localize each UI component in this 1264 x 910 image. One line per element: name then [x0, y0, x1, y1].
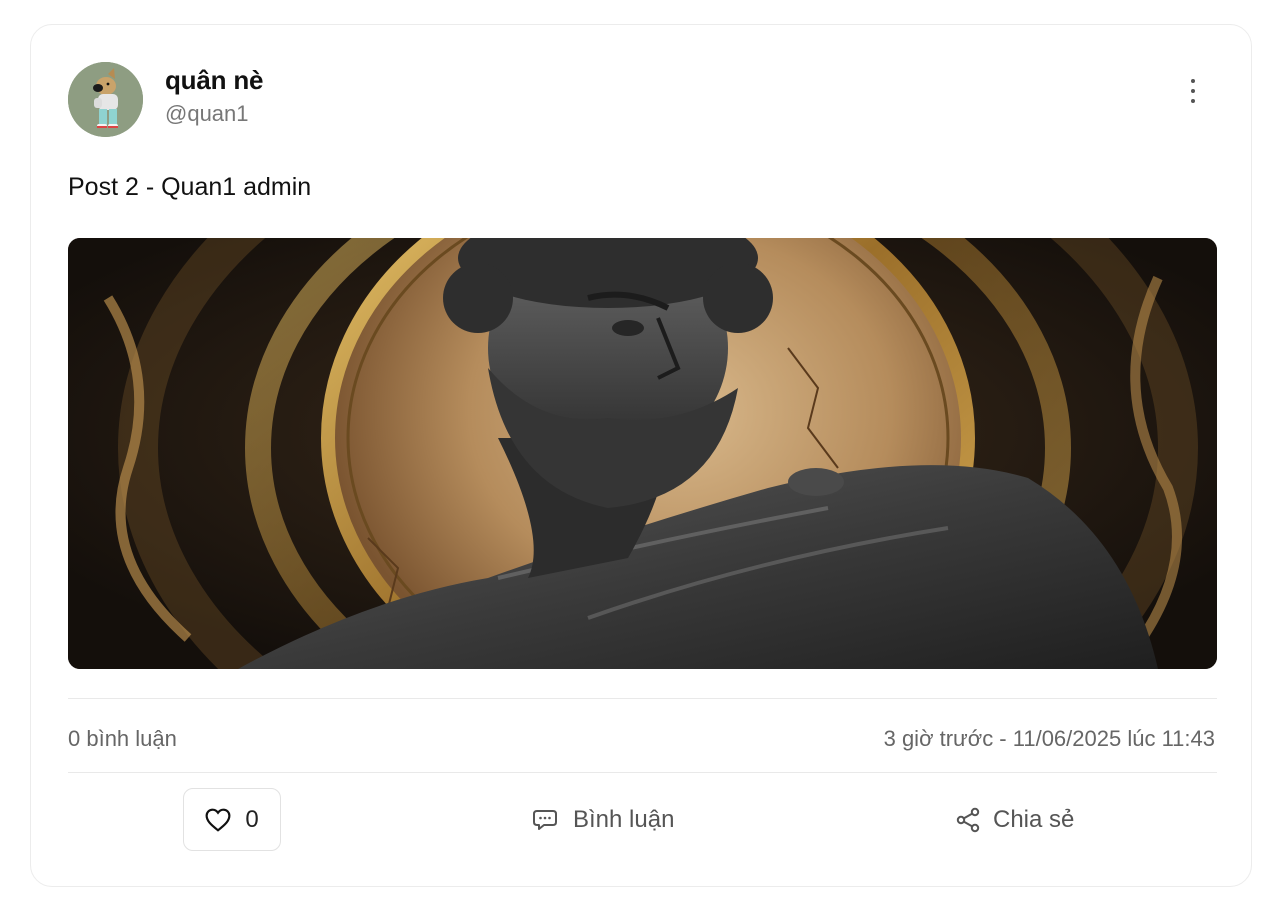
more-vertical-icon-dot: [1191, 79, 1195, 83]
comment-button-label: Bình luận: [573, 806, 675, 833]
like-count: 0: [245, 805, 259, 833]
chat-bubbles-icon: [533, 807, 561, 833]
more-vertical-icon-dot: [1191, 99, 1195, 103]
avatar-illustration: [68, 62, 143, 137]
divider-bottom: [68, 772, 1217, 773]
author-handle[interactable]: @quan1: [165, 101, 249, 127]
share-nodes-icon: [955, 807, 981, 833]
divider-top: [68, 698, 1217, 699]
more-options-button[interactable]: [1179, 73, 1207, 109]
share-button-label: Chia sẻ: [993, 806, 1075, 833]
post-timestamp: 3 giờ trước - 11/06/2025 lúc 11:43: [883, 726, 1215, 751]
like-button[interactable]: 0: [183, 788, 281, 851]
post-image[interactable]: [68, 238, 1217, 669]
author-name[interactable]: quân nè: [165, 65, 263, 96]
post-text: Post 2 - Quan1 admin: [68, 173, 312, 201]
more-vertical-icon-dot: [1191, 89, 1195, 93]
statue-illustration: [68, 238, 1217, 669]
share-button[interactable]: Chia sẻ: [955, 802, 1074, 838]
heart-icon: [205, 808, 231, 832]
avatar[interactable]: [68, 62, 143, 137]
post-card: quân nè @quan1 Post 2 - Quan1 admin 0 bì…: [30, 24, 1252, 887]
comment-button[interactable]: Bình luận: [533, 802, 674, 838]
comment-count[interactable]: 0 bình luận: [68, 726, 177, 752]
